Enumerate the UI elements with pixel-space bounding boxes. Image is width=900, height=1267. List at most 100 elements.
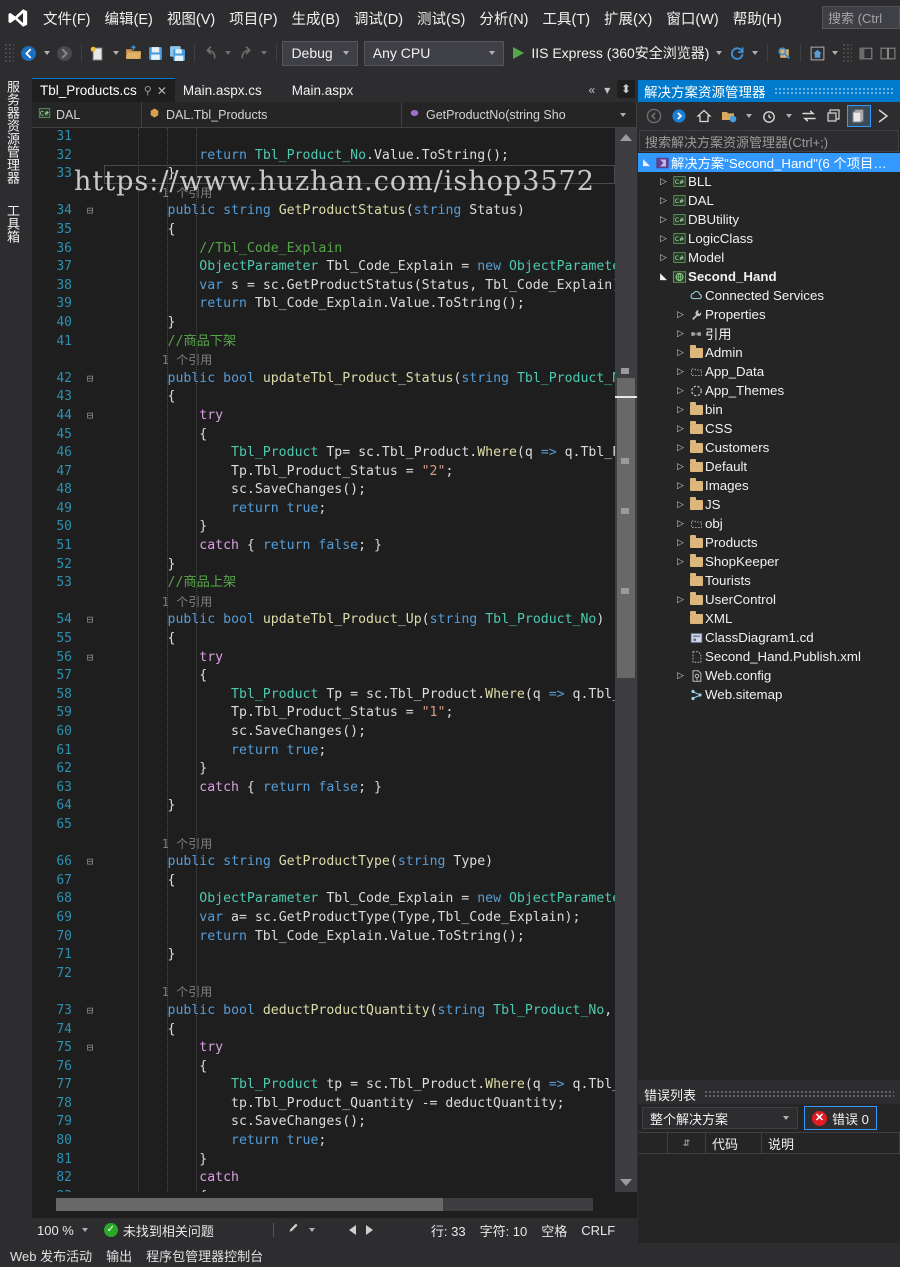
code-text-area[interactable]: 31 32 return Tbl_Product_No.Value.ToStrin… xyxy=(32,128,637,1192)
tree-item-connected-services[interactable]: Connected Services xyxy=(638,286,900,305)
code-line[interactable]: 63 catch { return false; } xyxy=(32,779,637,798)
expand-triangle-icon[interactable]: ▷ xyxy=(657,214,670,225)
solution-config-combo[interactable]: Debug xyxy=(282,40,358,66)
code-line[interactable]: 34 ⊟ public string GetProductStatus(strin… xyxy=(32,202,637,221)
chevron-down-icon[interactable] xyxy=(620,112,626,117)
code-line[interactable]: 39 return Tbl_Code_Explain.Value.ToStrin… xyxy=(32,295,637,314)
refresh-icon[interactable] xyxy=(726,41,748,65)
code-line[interactable]: 64 } xyxy=(32,797,637,816)
back-icon[interactable] xyxy=(642,105,666,127)
menu-item-4[interactable]: 生成(B) xyxy=(285,0,347,36)
expand-triangle-icon[interactable]: ▷ xyxy=(674,442,687,453)
expand-triangle-icon[interactable]: ▷ xyxy=(657,252,670,263)
expand-triangle-icon[interactable]: ▷ xyxy=(674,347,687,358)
code-line[interactable]: 54 ⊟ public bool updateTbl_Product_Up(str… xyxy=(32,611,637,630)
menu-item-11[interactable]: 帮助(H) xyxy=(726,0,789,36)
tab-list-icon[interactable]: ▾ xyxy=(604,83,610,97)
issues-status[interactable]: ✓ 未找到相关问题 xyxy=(97,1221,221,1240)
navigate-forward-icon[interactable] xyxy=(54,41,76,65)
editor-horizontal-scrollbar[interactable] xyxy=(32,1192,637,1218)
codelens-reference-count[interactable]: 1 个引用 xyxy=(104,983,212,1002)
zoom-control[interactable]: 100 % xyxy=(32,1223,97,1238)
expand-triangle-icon[interactable]: ▷ xyxy=(657,176,670,187)
code-line[interactable]: 49 return true; xyxy=(32,500,637,519)
global-search-input[interactable]: 搜索 (Ctrl xyxy=(822,6,900,29)
codelens-reference-count[interactable]: 1 个引用 xyxy=(104,351,212,370)
tree-item-shopkeeper[interactable]: ▷ ShopKeeper xyxy=(638,552,900,571)
expand-triangle-icon[interactable]: ▷ xyxy=(674,423,687,434)
error-scope-combo[interactable]: 整个解决方案 xyxy=(642,1107,798,1129)
tree-item-second-hand[interactable]: ◢ Second_Hand xyxy=(638,267,900,286)
expand-triangle-icon[interactable]: ▷ xyxy=(674,385,687,396)
code-line[interactable]: 76 { xyxy=(32,1058,637,1077)
close-icon[interactable]: ✕ xyxy=(157,84,167,98)
bottom-tool-window-2[interactable]: 程序包管理器控制台 xyxy=(146,1246,263,1265)
back-dropdown-icon[interactable] xyxy=(43,51,50,55)
code-line[interactable]: 55 { xyxy=(32,630,637,649)
tab-overflow-icon[interactable]: « xyxy=(589,83,596,97)
home-icon[interactable] xyxy=(692,105,716,127)
code-line[interactable]: 66 ⊟ public string GetProductType(string … xyxy=(32,853,637,872)
tree-item-images[interactable]: ▷ Images xyxy=(638,476,900,495)
undo-dropdown-icon[interactable] xyxy=(225,51,232,55)
code-line[interactable]: 58 Tbl_Product Tp = sc.Tbl_Product.Where… xyxy=(32,686,637,705)
tree-item-obj[interactable]: ▷ obj xyxy=(638,514,900,533)
redo-icon[interactable] xyxy=(235,41,257,65)
expand-triangle-icon[interactable]: ▷ xyxy=(674,328,687,339)
menu-item-8[interactable]: 工具(T) xyxy=(536,0,598,36)
collapse-triangle-icon[interactable]: ◢ xyxy=(657,271,670,282)
codelens-reference-count[interactable]: 1 个引用 xyxy=(104,593,212,612)
tree-item-logicclass[interactable]: ▷ C# LogicClass xyxy=(638,229,900,248)
next-arrow-icon[interactable] xyxy=(365,1225,373,1235)
tree-item-default[interactable]: ▷ Default xyxy=(638,457,900,476)
code-line[interactable]: 44 ⊟ try xyxy=(32,407,637,426)
expand-triangle-icon[interactable]: ▷ xyxy=(657,233,670,244)
tree-item-second-hand-publish-xml[interactable]: Second_Hand.Publish.xml xyxy=(638,647,900,666)
solution-explorer-title-bar[interactable]: 解决方案资源管理器 xyxy=(638,80,900,102)
code-line[interactable]: 1 个引用 xyxy=(32,593,637,612)
tree-item-dbutility[interactable]: ▷ C# DBUtility xyxy=(638,210,900,229)
tree-item-js[interactable]: ▷ JS xyxy=(638,495,900,514)
code-line[interactable]: 32 return Tbl_Product_No.Value.ToString(… xyxy=(32,147,637,166)
code-line[interactable]: 41 //商品下架 xyxy=(32,333,637,352)
tree-item-app-data[interactable]: ▷ App_Data xyxy=(638,362,900,381)
tree-item-css[interactable]: ▷ CSS xyxy=(638,419,900,438)
tree-item-app-themes[interactable]: ▷ App_Themes xyxy=(638,381,900,400)
error-list-title-bar[interactable]: 错误列表 xyxy=(638,1084,900,1104)
navbar-type-combo[interactable]: DAL.Tbl_Products xyxy=(142,102,402,127)
menu-item-6[interactable]: 测试(S) xyxy=(410,0,472,36)
code-line[interactable]: 71 } xyxy=(32,946,637,965)
tree-item-customers[interactable]: ▷ Customers xyxy=(638,438,900,457)
code-line[interactable]: 33 } xyxy=(32,165,637,184)
solution-platform-combo[interactable]: Any CPU xyxy=(363,40,505,66)
code-line[interactable]: 40 } xyxy=(32,314,637,333)
code-line[interactable]: 45 { xyxy=(32,426,637,445)
code-line[interactable]: 78 tp.Tbl_Product_Quantity -= deductQuan… xyxy=(32,1095,637,1114)
code-line[interactable]: 37 ObjectParameter Tbl_Code_Explain = ne… xyxy=(32,258,637,277)
code-line[interactable]: 73 ⊟ public bool deductProductQuantity(st… xyxy=(32,1002,637,1021)
error-col-icon[interactable]: ⇵ xyxy=(668,1132,706,1154)
expand-triangle-icon[interactable]: ▷ xyxy=(674,556,687,567)
bottom-tool-window-0[interactable]: Web 发布活动 xyxy=(10,1246,92,1265)
start-debug-button[interactable]: IIS Express (360安全浏览器) xyxy=(510,40,712,66)
forward-icon[interactable] xyxy=(667,105,691,127)
code-line[interactable]: 68 ObjectParameter Tbl_Code_Explain = ne… xyxy=(32,890,637,909)
expand-triangle-icon[interactable]: ▷ xyxy=(674,670,687,681)
code-line[interactable]: 52 } xyxy=(32,556,637,575)
menu-item-3[interactable]: 项目(P) xyxy=(222,0,284,36)
code-line[interactable]: 74 { xyxy=(32,1021,637,1040)
properties-window-icon[interactable] xyxy=(847,105,871,127)
code-line[interactable]: 77 Tbl_Product tp = sc.Tbl_Product.Where… xyxy=(32,1076,637,1095)
code-line[interactable]: 31 xyxy=(32,128,637,147)
scrollbar-thumb[interactable] xyxy=(617,378,635,678)
open-folder-icon[interactable] xyxy=(123,41,145,65)
code-fold-toggle-icon[interactable]: ⊟ xyxy=(84,611,96,630)
bottom-tool-window-1[interactable]: 输出 xyxy=(106,1246,132,1265)
code-line[interactable]: 60 sc.SaveChanges(); xyxy=(32,723,637,742)
line-ending-indicator[interactable]: CRLF xyxy=(574,1223,622,1238)
hscroll-track[interactable] xyxy=(56,1198,593,1211)
redo-dropdown-icon[interactable] xyxy=(261,51,268,55)
code-line[interactable]: 1 个引用 xyxy=(32,835,637,854)
code-line[interactable]: 61 return true; xyxy=(32,742,637,761)
new-project-icon[interactable] xyxy=(87,41,109,65)
